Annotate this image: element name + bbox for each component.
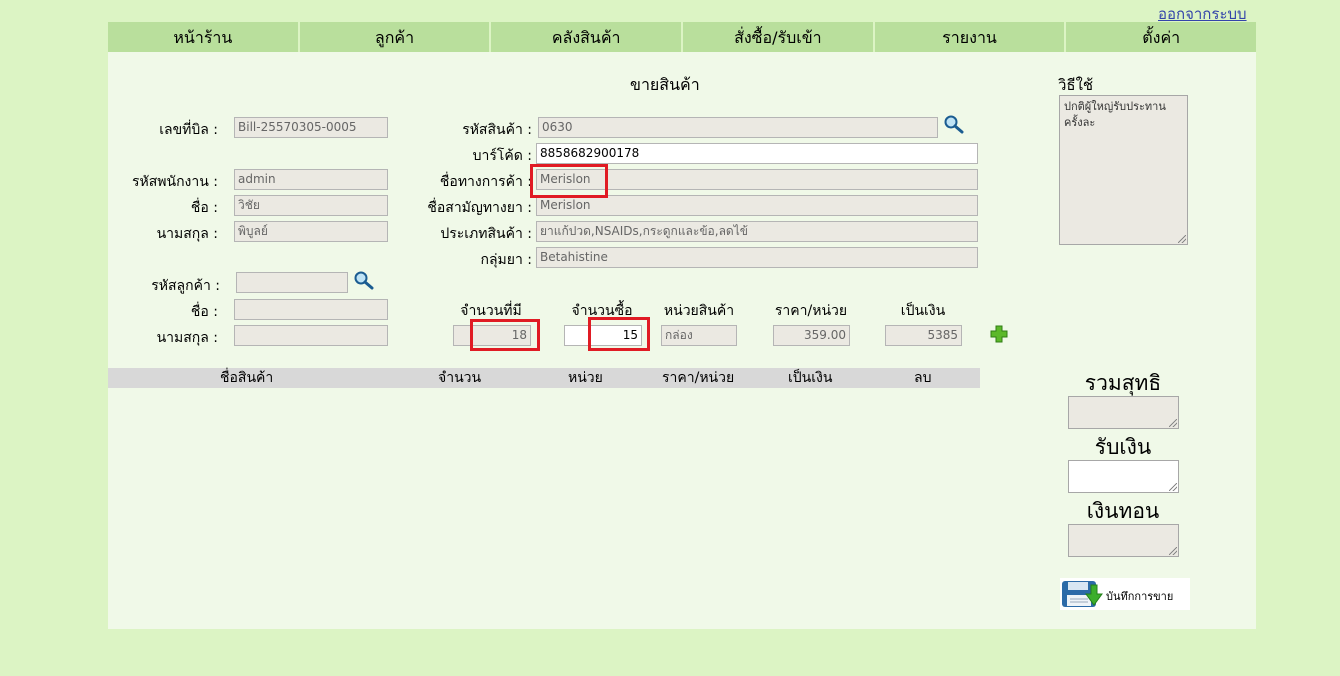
col-price-per-unit: ราคา/หน่วย [662,370,735,386]
unit-label: หน่วยสินค้า [663,303,735,319]
stock-qty-label: จำนวนที่มี [460,303,522,319]
received-field[interactable] [1068,460,1179,493]
resize-grip[interactable] [1169,483,1177,491]
howto-label: วิธีใช้ [1058,76,1094,94]
price-per-unit-label: ราคา/หน่วย [774,303,848,319]
col-quantity: จำนวน [438,370,482,386]
buy-qty-label: จำนวนซื้อ [571,303,633,319]
change-field[interactable] [1068,524,1179,557]
nav-report[interactable]: รายงาน [872,22,1065,52]
trade-name-field[interactable]: Merislon [536,169,978,190]
resize-grip[interactable] [1178,235,1186,243]
save-sale-label: บันทึกการขาย [1106,590,1174,603]
nav-store[interactable]: หน้าร้าน [108,22,298,52]
main-nav: หน้าร้าน ลูกค้า คลังสินค้า สั่งซื้อ/รับเ… [108,22,1256,52]
emp-last-name-label: นามสกุล : [156,226,218,242]
product-code-field[interactable]: 0630 [538,117,938,138]
amount-field[interactable]: 5385 [885,325,962,346]
page-title: ขายสินค้า [630,75,700,94]
col-delete: ลบ [914,370,932,386]
drug-group-field[interactable]: Betahistine [536,247,978,268]
col-product-name: ชื่อสินค้า [220,370,274,386]
unit-field[interactable]: กล่อง [661,325,737,346]
product-type-field[interactable]: ยาแก้ปวด,NSAIDs,กระดูกและข้อ,ลดไข้ [536,221,978,242]
add-item-icon[interactable] [990,325,1008,343]
bill-no-field[interactable]: Bill-25570305-0005 [234,117,388,138]
customer-last-name-field[interactable] [234,325,388,346]
col-amount: เป็นเงิน [788,370,833,386]
howto-textarea[interactable]: ปกติผู้ใหญ่รับประทานครั้งละ [1059,95,1188,245]
amount-label: เป็นเงิน [900,303,946,319]
nav-settings[interactable]: ตั้งค่า [1064,22,1256,52]
emp-id-label: รหัสพนักงาน : [131,174,218,190]
customer-first-name-label: ชื่อ : [190,304,218,320]
customer-id-field[interactable] [236,272,348,293]
generic-name-field[interactable]: Merislon [536,195,978,216]
bill-no-label: เลขที่บิล : [159,122,218,138]
customer-search-icon[interactable] [353,270,375,290]
col-unit: หน่วย [568,370,603,386]
buy-qty-field[interactable]: 15 [564,325,642,346]
howto-text: ปกติผู้ใหญ่รับประทานครั้งละ [1064,100,1166,129]
floppy-save-icon [1062,581,1103,607]
drug-group-label: กลุ่มยา : [480,252,532,268]
emp-first-name-field[interactable]: วิชัย [234,195,388,216]
trade-name-label: ชื่อทางการค้า : [439,174,532,190]
emp-last-name-field[interactable]: พิบูลย์ [234,221,388,242]
items-table-header: ชื่อสินค้า จำนวน หน่วย ราคา/หน่วย เป็นเง… [108,368,980,388]
resize-grip[interactable] [1169,547,1177,555]
barcode-label: บาร์โค้ด : [472,148,532,164]
nav-inventory[interactable]: คลังสินค้า [489,22,681,52]
barcode-field[interactable]: 8858682900178 [536,143,978,164]
save-sale-button[interactable]: บันทึกการขาย [1060,578,1190,610]
product-search-icon[interactable] [943,114,965,134]
product-code-label: รหัสสินค้า : [462,122,532,138]
emp-first-name-label: ชื่อ : [190,200,218,216]
nav-purchase[interactable]: สั่งซื้อ/รับเข้า [681,22,873,52]
customer-last-name-label: นามสกุล : [156,330,218,346]
price-per-unit-field[interactable]: 359.00 [773,325,850,346]
emp-id-field[interactable]: admin [234,169,388,190]
customer-id-label: รหัสลูกค้า : [151,278,220,294]
customer-first-name-field[interactable] [234,299,388,320]
generic-name-label: ชื่อสามัญทางยา : [427,200,532,216]
stock-qty-field[interactable]: 18 [453,325,531,346]
net-total-field[interactable] [1068,396,1179,429]
resize-grip[interactable] [1169,419,1177,427]
product-type-label: ประเภทสินค้า : [440,226,532,242]
nav-customer[interactable]: ลูกค้า [297,22,490,52]
